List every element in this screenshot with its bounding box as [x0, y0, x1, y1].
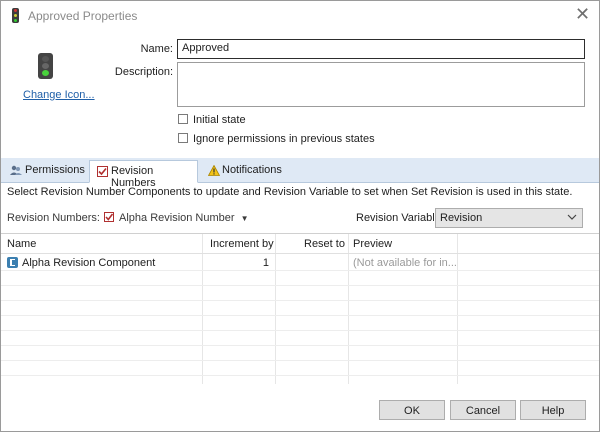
- row-preview: (Not available for in...: [353, 257, 457, 269]
- column-header-name[interactable]: Name: [7, 238, 36, 250]
- row-increment[interactable]: 1: [203, 257, 269, 269]
- row-divider: [1, 345, 599, 346]
- column-header-increment[interactable]: Increment by: [210, 238, 274, 250]
- row-divider: [1, 270, 599, 271]
- tab-notifications[interactable]: Notifications: [201, 158, 291, 182]
- tab-bar: Permissions Revision Numbers Notificatio…: [1, 158, 599, 189]
- ignore-permissions-checkbox[interactable]: [178, 133, 188, 143]
- revision-components-table: Name Increment by Reset to Preview Alpha…: [1, 233, 599, 384]
- row-name: Alpha Revision Component: [22, 257, 156, 269]
- instruction-text: Select Revision Number Components to upd…: [7, 186, 573, 198]
- dropdown-arrow-icon: ▼: [240, 214, 249, 223]
- help-button[interactable]: Help: [520, 400, 586, 420]
- revision-component-icon: [7, 257, 18, 268]
- change-icon-link[interactable]: Change Icon...: [23, 89, 95, 101]
- window-title: Approved Properties: [28, 9, 138, 23]
- cancel-button[interactable]: Cancel: [450, 400, 516, 420]
- row-divider: [1, 315, 599, 316]
- checkbox-icon: [97, 166, 108, 177]
- header-divider: [1, 253, 599, 254]
- tab-permissions[interactable]: Permissions: [3, 158, 87, 182]
- column-header-reset[interactable]: Reset to: [304, 238, 345, 250]
- initial-state-checkbox[interactable]: [178, 114, 188, 124]
- title-bar: Approved Properties ✕: [1, 1, 599, 31]
- ignore-permissions-label: Ignore permissions in previous states: [193, 133, 375, 145]
- row-divider: [1, 375, 599, 376]
- row-divider: [1, 285, 599, 286]
- tab-revision-numbers[interactable]: Revision Numbers: [89, 160, 198, 189]
- row-divider: [1, 360, 599, 361]
- users-icon: [10, 165, 22, 175]
- name-value: Approved: [182, 42, 230, 54]
- revision-variable-select[interactable]: Revision: [435, 208, 583, 228]
- column-divider: [348, 234, 349, 384]
- revision-numbers-label: Revision Numbers:: [7, 212, 100, 224]
- row-divider: [1, 300, 599, 301]
- column-header-preview[interactable]: Preview: [353, 238, 392, 250]
- warning-icon: [208, 165, 220, 176]
- description-input[interactable]: [177, 62, 585, 107]
- traffic-light-icon: [12, 8, 19, 23]
- column-divider: [275, 234, 276, 384]
- ok-button[interactable]: OK: [379, 400, 445, 420]
- properties-dialog: Approved Properties ✕ Change Icon... Nam…: [0, 0, 600, 432]
- row-divider: [1, 330, 599, 331]
- initial-state-label: Initial state: [193, 114, 246, 126]
- revision-number-icon: [104, 212, 114, 222]
- chevron-down-icon: [567, 214, 577, 220]
- name-label: Name:: [140, 43, 173, 55]
- column-divider: [457, 234, 458, 384]
- state-icon: [38, 53, 53, 79]
- name-input[interactable]: Approved: [177, 39, 585, 59]
- description-label: Description:: [114, 66, 173, 78]
- revision-numbers-dropdown[interactable]: Alpha Revision Number ▼: [119, 212, 249, 224]
- close-icon[interactable]: ✕: [575, 4, 590, 24]
- revision-variable-label: Revision Variable:: [356, 212, 444, 224]
